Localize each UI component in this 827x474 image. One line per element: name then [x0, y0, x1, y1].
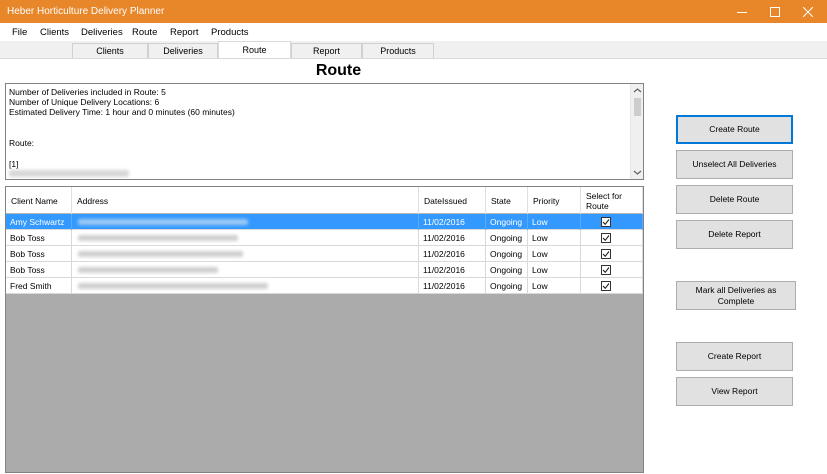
menu-deliveries[interactable]: Deliveries	[81, 27, 123, 38]
state-cell: Ongoing	[486, 230, 528, 246]
select-for-route-checkbox[interactable]	[601, 281, 611, 291]
table-row[interactable]: Bob Toss 11/02/2016 Ongoing Low	[6, 230, 643, 246]
column-header-priority[interactable]: Priority	[528, 187, 581, 214]
column-header-state[interactable]: State	[486, 187, 528, 214]
minimize-button[interactable]	[725, 0, 759, 23]
minimize-icon	[737, 11, 747, 13]
select-for-route-checkbox[interactable]	[601, 233, 611, 243]
menu-products[interactable]: Products	[211, 27, 249, 38]
priority-cell: Low	[528, 278, 581, 294]
create-route-button[interactable]: Create Route	[676, 115, 793, 144]
priority-cell: Low	[528, 262, 581, 278]
checkmark-icon	[602, 283, 610, 290]
priority-cell: Low	[528, 214, 581, 230]
select-cell	[581, 214, 643, 230]
menu-report[interactable]: Report	[170, 27, 199, 38]
scroll-down-icon[interactable]	[633, 168, 642, 177]
scroll-thumb[interactable]	[634, 98, 641, 116]
window-title: Heber Horticulture Delivery Planner	[7, 6, 165, 17]
select-cell	[581, 262, 643, 278]
select-for-route-checkbox[interactable]	[601, 217, 611, 227]
tab-products[interactable]: Products	[362, 43, 434, 58]
summary-line: Route:	[9, 138, 35, 148]
table-row[interactable]: Amy Schwartz 11/02/2016 Ongoing Low	[6, 214, 643, 230]
column-header-select[interactable]: Select for Route	[581, 187, 643, 214]
route-tab-panel: Route Number of Deliveries included in R…	[0, 58, 827, 474]
date-cell: 11/02/2016	[419, 214, 486, 230]
menu-file[interactable]: File	[12, 27, 27, 38]
summary-line: [1]	[9, 159, 19, 169]
date-cell: 11/02/2016	[419, 230, 486, 246]
deliveries-grid[interactable]: Client Name Address DateIssued State Pri…	[5, 186, 644, 473]
summary-line: Number of Unique Delivery Locations: 6	[9, 97, 160, 107]
state-cell: Ongoing	[486, 278, 528, 294]
grid-header: Client Name Address DateIssued State Pri…	[6, 187, 643, 214]
table-row[interactable]: Bob Toss 11/02/2016 Ongoing Low	[6, 246, 643, 262]
close-icon	[803, 6, 813, 17]
delete-report-button[interactable]: Delete Report	[676, 220, 793, 249]
address-cell	[72, 262, 419, 278]
redacted-text	[9, 170, 129, 177]
summary-line: Estimated Delivery Time: 1 hour and 0 mi…	[9, 107, 235, 117]
address-cell	[72, 214, 419, 230]
state-cell: Ongoing	[486, 214, 528, 230]
address-cell	[72, 230, 419, 246]
unselect-all-deliveries-button[interactable]: Unselect All Deliveries	[676, 150, 793, 179]
redacted-text	[78, 283, 268, 289]
checkmark-icon	[602, 219, 610, 226]
select-for-route-checkbox[interactable]	[601, 265, 611, 275]
close-button[interactable]	[791, 0, 825, 23]
client-cell: Amy Schwartz	[6, 214, 72, 230]
checkmark-icon	[602, 267, 610, 274]
checkmark-icon	[602, 251, 610, 258]
maximize-button[interactable]	[758, 0, 792, 23]
maximize-icon	[770, 6, 780, 17]
summary-line: Number of Deliveries included in Route: …	[9, 87, 166, 97]
select-cell	[581, 278, 643, 294]
column-header-address[interactable]: Address	[72, 187, 419, 214]
tab-clients[interactable]: Clients	[72, 43, 148, 58]
date-cell: 11/02/2016	[419, 278, 486, 294]
client-cell: Bob Toss	[6, 262, 72, 278]
table-row[interactable]: Bob Toss 11/02/2016 Ongoing Low	[6, 262, 643, 278]
summary-scrollbar[interactable]	[630, 84, 643, 179]
select-cell	[581, 230, 643, 246]
priority-cell: Low	[528, 246, 581, 262]
address-cell	[72, 278, 419, 294]
redacted-text	[78, 235, 238, 241]
route-summary-textbox[interactable]: Number of Deliveries included in Route: …	[5, 83, 644, 180]
date-cell: 11/02/2016	[419, 246, 486, 262]
date-cell: 11/02/2016	[419, 262, 486, 278]
delete-route-button[interactable]: Delete Route	[676, 185, 793, 214]
table-row[interactable]: Fred Smith 11/02/2016 Ongoing Low	[6, 278, 643, 294]
redacted-text	[78, 219, 248, 225]
column-header-date[interactable]: DateIssued	[419, 187, 486, 214]
menu-clients[interactable]: Clients	[40, 27, 69, 38]
select-for-route-checkbox[interactable]	[601, 249, 611, 259]
tab-deliveries[interactable]: Deliveries	[148, 43, 218, 58]
menu-bar: File Clients Deliveries Route Report Pro…	[0, 23, 827, 41]
title-bar: Heber Horticulture Delivery Planner	[0, 0, 827, 23]
redacted-text	[78, 267, 218, 273]
client-cell: Bob Toss	[6, 230, 72, 246]
tab-route[interactable]: Route	[218, 41, 291, 58]
select-cell	[581, 246, 643, 262]
column-header-client[interactable]: Client Name	[6, 187, 72, 214]
client-cell: Fred Smith	[6, 278, 72, 294]
checkmark-icon	[602, 235, 610, 242]
create-report-button[interactable]: Create Report	[676, 342, 793, 371]
redacted-text	[78, 251, 243, 257]
state-cell: Ongoing	[486, 246, 528, 262]
priority-cell: Low	[528, 230, 581, 246]
state-cell: Ongoing	[486, 262, 528, 278]
scroll-up-icon[interactable]	[633, 86, 642, 95]
client-cell: Bob Toss	[6, 246, 72, 262]
tab-report[interactable]: Report	[291, 43, 362, 58]
view-report-button[interactable]: View Report	[676, 377, 793, 406]
tab-strip: Clients Deliveries Route Report Products	[0, 41, 827, 58]
address-cell	[72, 246, 419, 262]
page-title: Route	[315, 62, 362, 79]
menu-route[interactable]: Route	[132, 27, 157, 38]
mark-all-complete-button[interactable]: Mark all Deliveries as Complete	[676, 281, 796, 310]
